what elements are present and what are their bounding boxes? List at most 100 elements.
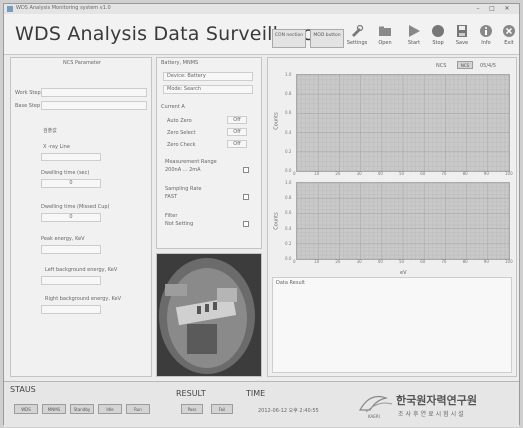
peak-energy-label: Peak energy, KeV bbox=[41, 236, 85, 242]
base-step-field[interactable] bbox=[41, 101, 147, 110]
filter-dropdown[interactable] bbox=[243, 221, 249, 227]
sampling-rate-label: Sampling Rate bbox=[165, 186, 202, 192]
zero-select-toggle[interactable]: Off bbox=[227, 128, 247, 136]
x-tick-label: 100 bbox=[505, 259, 513, 264]
auto-zero-label: Auto Zero bbox=[167, 118, 192, 124]
zero-check-toggle[interactable]: Off bbox=[227, 140, 247, 148]
measurement-range-dropdown[interactable] bbox=[243, 167, 249, 173]
y-tick-label: 0.4 bbox=[285, 129, 292, 135]
filter-value: Not Setting bbox=[165, 221, 194, 227]
settings-button[interactable]: Settings bbox=[346, 24, 368, 52]
x-tick-label: 90 bbox=[483, 259, 489, 264]
left-bg-energy-field[interactable] bbox=[41, 276, 101, 285]
org-name: 한국원자력연구원 bbox=[396, 394, 477, 407]
info-button[interactable]: Info bbox=[475, 24, 497, 52]
ncs-button[interactable]: NCS bbox=[457, 61, 473, 69]
save-label: Save bbox=[455, 40, 469, 46]
x-tick-label: 0 bbox=[293, 259, 296, 264]
x-tick-label: 40 bbox=[377, 171, 383, 176]
app-window: WDS Analysis Monitoring system v1.0 – □ … bbox=[3, 3, 520, 427]
peak-energy-field[interactable] bbox=[41, 245, 101, 254]
org-subname: 조사후연료시험시설 bbox=[398, 411, 466, 418]
maximize-button[interactable]: □ bbox=[486, 5, 498, 12]
x-tick-label: 100 bbox=[505, 171, 513, 176]
y-tick-label: 0.6 bbox=[285, 210, 292, 216]
top-chart-ylabel: Counts bbox=[273, 112, 280, 130]
measurement-range-label: Measurement Range bbox=[165, 159, 217, 165]
camera-image bbox=[157, 254, 261, 376]
overlap-time-label: Dwelling time (Missed Cup) bbox=[41, 204, 110, 210]
battery-panel: Battery, MNMS Device: Battery Mode: Sear… bbox=[156, 57, 262, 249]
status-run-button[interactable]: Run bbox=[126, 404, 150, 414]
status-wds-button[interactable]: WDS bbox=[14, 404, 38, 414]
chart-area: NCS NCS 05/4/5 Counts 0 10 20 30 40 50 60 70 80 9… bbox=[267, 57, 517, 377]
zero-select-label: Zero Select bbox=[167, 130, 196, 136]
window-title: WDS Analysis Monitoring system v1.0 bbox=[16, 5, 111, 11]
x-tick-label: 80 bbox=[462, 259, 468, 264]
bottom-chart-ylabel: Counts bbox=[273, 212, 280, 230]
right-bg-energy-field[interactable] bbox=[41, 305, 101, 314]
result-pass-button[interactable]: Pass bbox=[181, 404, 203, 414]
stop-button[interactable]: Stop bbox=[427, 24, 449, 52]
status-idle-button[interactable]: Idle bbox=[98, 404, 122, 414]
filter-label: Filter bbox=[165, 213, 178, 219]
x-tick-label: 50 bbox=[399, 259, 405, 264]
mode-button[interactable]: MOD button bbox=[310, 29, 344, 48]
detect-group-label: 검출값 bbox=[43, 128, 57, 134]
work-step-label: Work Step bbox=[15, 90, 41, 96]
x-tick-label: 30 bbox=[356, 259, 362, 264]
status-mnms-button[interactable]: MNMS bbox=[42, 404, 66, 414]
open-label: Open bbox=[378, 40, 392, 46]
connection-button[interactable]: CON nection bbox=[272, 29, 306, 48]
base-step-label: Base Step bbox=[15, 103, 41, 109]
folder-icon bbox=[379, 26, 391, 36]
spectrum-chart-top bbox=[296, 74, 510, 172]
camera-view bbox=[156, 253, 262, 377]
info-label: Info bbox=[481, 40, 491, 46]
x-tick-label: 10 bbox=[314, 171, 320, 176]
battery-header: Battery, MNMS bbox=[161, 60, 199, 66]
mode-field: Mode: Search bbox=[163, 85, 253, 94]
sampling-rate-dropdown[interactable] bbox=[243, 194, 249, 200]
x-ray-line-label: X -ray Line bbox=[43, 144, 70, 150]
x-tick-label: 50 bbox=[399, 171, 405, 176]
top-chart-grid bbox=[296, 74, 510, 172]
device-field: Device: Battery bbox=[163, 72, 253, 81]
open-button[interactable]: Open bbox=[374, 24, 396, 52]
exit-label: Exit bbox=[504, 40, 514, 46]
stop-icon bbox=[432, 25, 444, 37]
status-standby-button[interactable]: Standby bbox=[70, 404, 94, 414]
exit-button[interactable]: Exit bbox=[498, 24, 520, 52]
y-tick-label: 0.8 bbox=[285, 195, 292, 201]
x-tick-label: 20 bbox=[335, 171, 341, 176]
minimize-button[interactable]: – bbox=[472, 5, 484, 12]
y-tick-label: 0.2 bbox=[285, 240, 292, 246]
x-tick-label: 80 bbox=[462, 171, 468, 176]
overlap-time-field[interactable]: 0 bbox=[41, 213, 101, 222]
sampling-rate-value: FAST bbox=[165, 194, 178, 200]
auto-zero-toggle[interactable]: Off bbox=[227, 116, 247, 124]
app-icon bbox=[7, 6, 13, 12]
start-button[interactable]: Start bbox=[403, 24, 425, 52]
work-step-field[interactable] bbox=[41, 88, 147, 97]
data-result-label: Data Result bbox=[276, 280, 305, 286]
x-tick-label: 10 bbox=[314, 259, 320, 264]
bottom-chart-xlabel: eV bbox=[400, 270, 407, 276]
x-ray-line-field[interactable] bbox=[41, 153, 101, 161]
data-result-box[interactable]: Data Result bbox=[272, 277, 512, 373]
dwelling-time-field[interactable]: 0 bbox=[41, 179, 101, 188]
x-tick-label: 90 bbox=[483, 171, 489, 176]
current-label: Current A bbox=[161, 104, 185, 110]
date-readout: 05/4/5 bbox=[480, 63, 497, 69]
close-button[interactable]: ✕ bbox=[501, 5, 513, 12]
y-tick-label: 0.8 bbox=[285, 91, 292, 97]
x-tick-label: 60 bbox=[420, 171, 426, 176]
x-tick-label: 40 bbox=[377, 259, 383, 264]
stop-label: Stop bbox=[432, 40, 444, 46]
dwelling-time-label: Dwelling time (sec) bbox=[41, 170, 90, 176]
result-title: RESULT bbox=[176, 389, 206, 398]
status-title: STAUS bbox=[10, 385, 36, 394]
exit-icon bbox=[503, 25, 515, 37]
save-button[interactable]: Save bbox=[451, 24, 473, 52]
result-fail-button[interactable]: Fail bbox=[211, 404, 233, 414]
